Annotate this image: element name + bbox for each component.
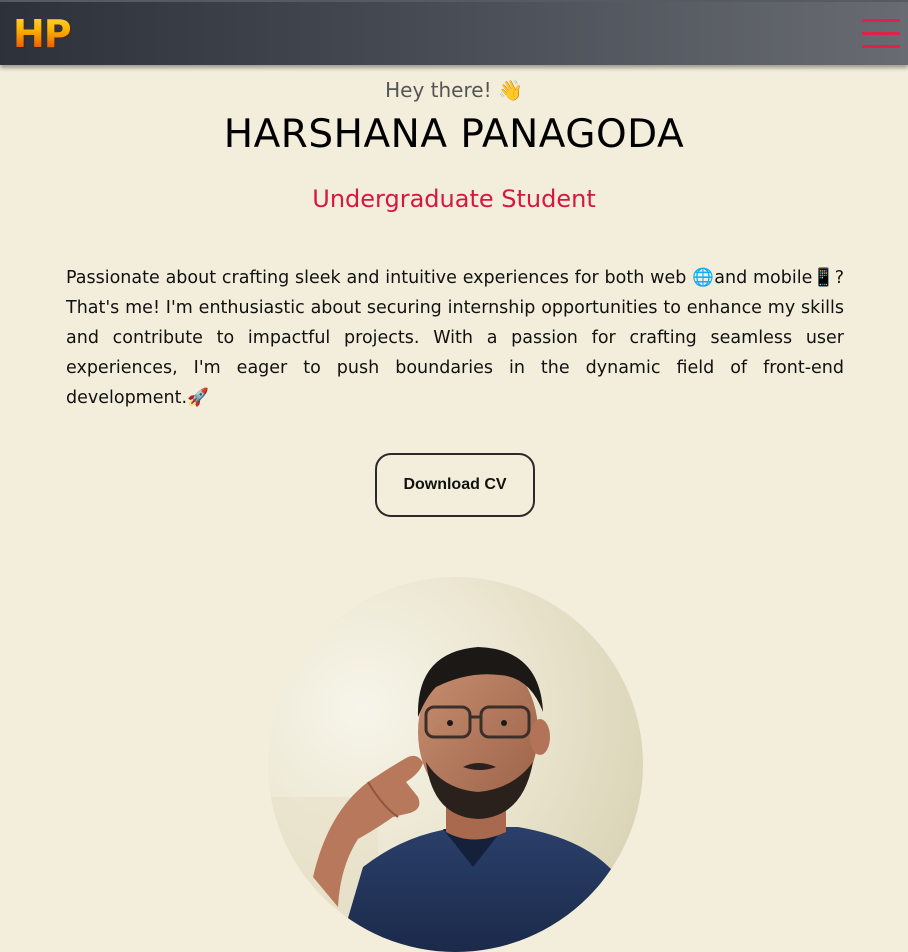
menu-bar xyxy=(862,32,900,35)
globe-icon: 🌐 xyxy=(692,268,715,288)
rocket-icon: 🚀 xyxy=(187,388,209,408)
menu-bar xyxy=(862,45,900,48)
hamburger-menu-icon[interactable] xyxy=(862,18,900,50)
bio-paragraph: Passionate about crafting sleek and intu… xyxy=(66,263,844,413)
bio-text-2: and mobile xyxy=(714,268,813,288)
waving-hand-icon: 👋 xyxy=(497,78,523,102)
role-subtitle: Undergraduate Student xyxy=(312,185,596,213)
bio-text-3: ? That's me! I'm enthusiastic about secu… xyxy=(66,268,844,408)
logo[interactable]: HP xyxy=(13,12,72,56)
greeting: Hey there! 👋 xyxy=(0,76,908,104)
page-title: HARSHANA PANAGODA xyxy=(223,112,685,157)
menu-bar xyxy=(862,19,900,22)
profile-photo-image xyxy=(268,577,643,952)
bio-text-1: Passionate about crafting sleek and intu… xyxy=(66,268,693,288)
download-cv-button[interactable]: Download CV xyxy=(375,453,535,517)
profile-photo xyxy=(268,577,643,952)
mobile-phone-icon: 📱 xyxy=(812,268,835,288)
greeting-text: Hey there! xyxy=(385,78,492,102)
navbar: HP xyxy=(0,0,908,65)
